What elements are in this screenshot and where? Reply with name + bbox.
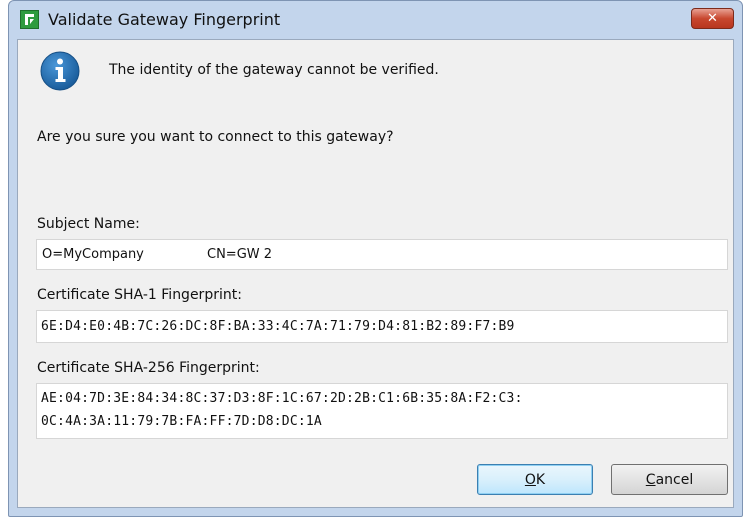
title-bar[interactable]: Validate Gateway Fingerprint ✕ [9,1,742,31]
sha1-label: Certificate SHA-1 Fingerprint: [37,287,242,303]
cancel-button-label: Cancel [645,471,694,488]
sha256-value-line1: AE:04:7D:3E:84:34:8C:37:D3:8F:1C:67:2D:2… [41,391,523,406]
confirm-question: Are you sure you want to connect to this… [37,129,394,145]
window-title: Validate Gateway Fingerprint [48,10,281,29]
subject-org: O=MyCompany [42,247,144,262]
subject-cn: CN=GW 2 [207,247,273,262]
sha256-label: Certificate SHA-256 Fingerprint: [37,360,260,376]
sha1-fingerprint-field[interactable]: 6E:D4:E0:4B:7C:26:DC:8F:BA:33:4C:7A:71:7… [36,310,728,343]
subject-name-field[interactable]: O=MyCompany CN=GW 2 [36,239,728,270]
subject-name-label: Subject Name: [37,216,140,232]
info-message: The identity of the gateway cannot be ve… [109,62,439,78]
cancel-button[interactable]: Cancel [611,464,728,495]
app-icon [20,10,39,29]
sha256-value-line2: 0C:4A:3A:11:79:7B:FA:FF:7D:D8:DC:1A [41,414,322,429]
dialog-content: The identity of the gateway cannot be ve… [17,39,734,508]
sha1-value: 6E:D4:E0:4B:7C:26:DC:8F:BA:33:4C:7A:71:7… [41,319,515,334]
close-button[interactable]: ✕ [691,8,734,29]
ok-button-label: OK [524,471,546,488]
close-icon: ✕ [707,11,718,26]
ok-button[interactable]: OK [477,464,593,495]
sha256-fingerprint-field[interactable]: AE:04:7D:3E:84:34:8C:37:D3:8F:1C:67:2D:2… [36,383,728,439]
info-icon [39,50,81,92]
dialog-window: Validate Gateway Fingerprint ✕ The ident… [8,0,743,517]
